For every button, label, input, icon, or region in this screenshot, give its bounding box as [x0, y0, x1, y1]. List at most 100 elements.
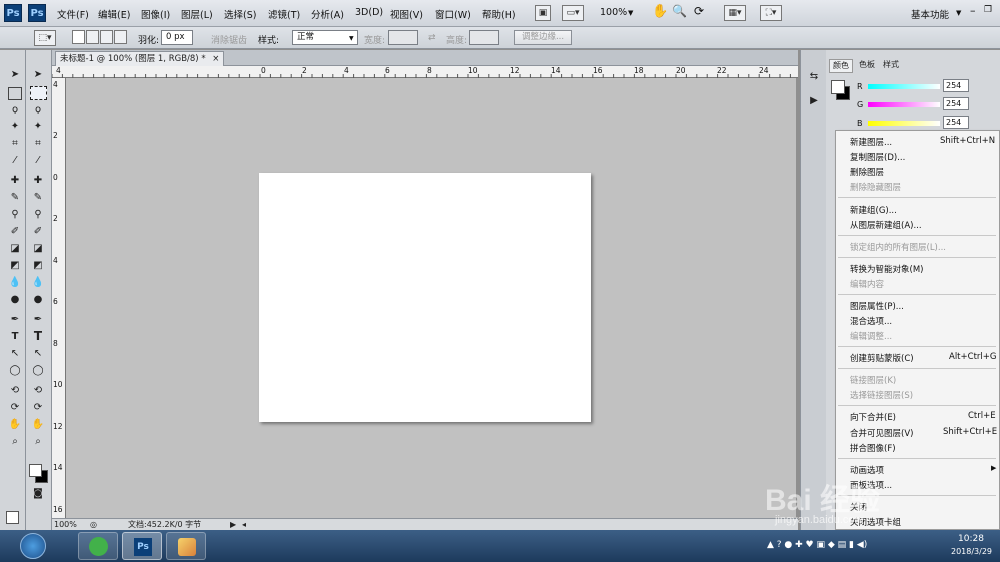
menu-file[interactable]: 文件(F) — [57, 7, 89, 21]
paint-bucket-icon[interactable]: ◩ — [8, 259, 22, 272]
bridge-icon[interactable]: ▣ — [535, 5, 551, 21]
menu-item-blending-options[interactable]: 混合选项... — [850, 315, 892, 327]
channel-b-value[interactable]: 254 — [943, 116, 969, 129]
menu-item-duplicate-layer[interactable]: 复制图层(D)... — [850, 151, 905, 163]
workspace-dropdown-icon[interactable]: ▼ — [956, 9, 961, 17]
zoom-dropdown-icon[interactable]: ▼ — [628, 9, 633, 17]
crop-tool-icon-2[interactable]: ⌗ — [31, 137, 45, 150]
channel-g-slider[interactable] — [868, 102, 940, 107]
type-tool-icon[interactable]: T — [8, 330, 22, 343]
menu-image[interactable]: 图像(I) — [141, 7, 170, 21]
3d-rotate-icon[interactable]: ⟲ — [8, 384, 22, 397]
history-brush-icon-2[interactable]: ✐ — [31, 225, 45, 238]
zoom-tool-icon[interactable]: ⌕ — [8, 435, 22, 448]
dodge-tool-icon-2[interactable]: ● — [31, 293, 45, 306]
type-tool-icon-2[interactable]: T — [31, 330, 45, 343]
menu-item-edit-adjustment[interactable]: 编辑调整... — [850, 330, 892, 342]
shape-tool-icon-2[interactable]: ◯ — [31, 364, 45, 377]
menu-3d[interactable]: 3D(D) — [355, 7, 383, 18]
status-zoom[interactable]: 100% — [54, 519, 77, 530]
marquee-tool-icon-2[interactable] — [30, 86, 47, 100]
arrange-documents-icon[interactable]: ▦▾ — [724, 5, 746, 21]
lasso-tool-icon[interactable]: ϙ — [8, 103, 22, 116]
menu-item-new-layer[interactable]: 新建图层... — [850, 136, 892, 148]
brush-tool-icon-2[interactable]: ✎ — [31, 191, 45, 204]
path-select-icon[interactable]: ↖ — [8, 347, 22, 360]
blur-tool-icon[interactable]: 💧 — [8, 276, 22, 289]
healing-brush-icon[interactable]: ✚ — [8, 174, 22, 187]
clock-date[interactable]: 2018/3/29 — [951, 547, 992, 556]
refine-edge-button[interactable]: 调整边缘... — [514, 30, 572, 45]
width-input[interactable] — [388, 30, 418, 45]
foreground-color-swatch[interactable] — [6, 511, 19, 524]
menu-item-group-from-layers[interactable]: 从图层新建组(A)... — [850, 219, 922, 231]
menu-item-clipping-mask[interactable]: 创建剪贴蒙版(C) — [850, 352, 914, 364]
3d-orbit-icon-2[interactable]: ⟳ — [31, 401, 45, 414]
taskbar-app-browser[interactable] — [78, 532, 118, 560]
brush-tool-icon[interactable]: ✎ — [8, 191, 22, 204]
hand-tool-icon-2[interactable]: ✋ — [31, 418, 45, 431]
menu-item-new-group[interactable]: 新建组(G)... — [850, 204, 897, 216]
foreground-color-swatch-2[interactable] — [29, 464, 42, 477]
tab-color[interactable]: 颜色 — [829, 59, 853, 73]
menu-layer[interactable]: 图层(L) — [181, 7, 213, 21]
lasso-tool-icon-2[interactable]: ϙ — [31, 103, 45, 116]
close-icon[interactable]: × — [212, 54, 219, 64]
workspace-switcher[interactable]: 基本功能 — [911, 7, 949, 21]
status-icon[interactable]: ◎ — [90, 519, 97, 530]
pen-tool-icon[interactable]: ✒ — [8, 313, 22, 326]
document-tab[interactable]: 未标题-1 @ 100% (图层 1, RGB/8) * × — [55, 51, 225, 66]
windows-start-icon[interactable] — [20, 533, 46, 559]
channel-r-slider[interactable] — [868, 84, 940, 89]
tray-icons[interactable]: ▲ ? ● ✚ ♥ ▣ ◆ ▤ ▮ ◀) — [767, 540, 867, 550]
zoom-tool-icon-2[interactable]: ⌕ — [31, 435, 45, 448]
menu-item-layer-properties[interactable]: 图层属性(P)... — [850, 300, 904, 312]
history-panel-icon[interactable]: ⇆ — [807, 70, 821, 83]
taskbar-app-paint[interactable] — [166, 532, 206, 560]
restore-icon[interactable]: ❐ — [984, 5, 992, 15]
zoom-icon[interactable]: 🔍 — [672, 4, 687, 18]
3d-rotate-icon-2[interactable]: ⟲ — [31, 384, 45, 397]
menu-item-merge-down[interactable]: 向下合并(E) — [850, 411, 896, 423]
dodge-tool-icon[interactable]: ● — [8, 293, 22, 306]
menu-item-lock-layers[interactable]: 锁定组内的所有图层(L)... — [850, 241, 946, 253]
history-brush-icon[interactable]: ✐ — [8, 225, 22, 238]
screen-mode-icon[interactable]: ⛶▾ — [760, 5, 782, 21]
actions-panel-icon[interactable]: ▶ — [807, 94, 821, 107]
menu-item-merge-visible[interactable]: 合并可见图层(V) — [850, 427, 913, 439]
add-selection-icon[interactable] — [86, 30, 99, 44]
clone-stamp-icon-2[interactable]: ⚲ — [31, 208, 45, 221]
rotate-view-icon[interactable]: ⟳ — [694, 4, 704, 18]
menu-item-link-layers[interactable]: 链接图层(K) — [850, 374, 896, 386]
height-input[interactable] — [469, 30, 499, 45]
menu-analysis[interactable]: 分析(A) — [311, 7, 344, 21]
menu-item-delete-hidden[interactable]: 删除隐藏图层 — [850, 181, 901, 193]
new-selection-icon[interactable] — [72, 30, 85, 44]
healing-brush-icon-2[interactable]: ✚ — [31, 174, 45, 187]
eyedropper-icon-2[interactable]: ⁄ — [31, 154, 45, 167]
menu-item-flatten-image[interactable]: 拼合图像(F) — [850, 442, 896, 454]
style-dropdown-icon[interactable]: ▼ — [349, 35, 354, 42]
hand-tool-icon[interactable]: ✋ — [8, 418, 22, 431]
channel-g-value[interactable]: 254 — [943, 97, 969, 110]
minimize-icon[interactable]: – — [970, 4, 976, 17]
paint-bucket-icon-2[interactable]: ◩ — [31, 259, 45, 272]
path-select-icon-2[interactable]: ↖ — [31, 347, 45, 360]
menu-item-delete-layer[interactable]: 删除图层 — [850, 166, 884, 178]
menu-select[interactable]: 选择(S) — [224, 7, 256, 21]
status-menu-arrow-icon[interactable]: ▶ — [230, 519, 236, 530]
move-tool-icon-2[interactable]: ➤ — [31, 68, 45, 81]
menu-view[interactable]: 视图(V) — [390, 7, 423, 21]
scroll-left-icon[interactable]: ◂ — [242, 519, 246, 530]
move-tool-icon[interactable]: ➤ — [8, 68, 22, 81]
feather-input[interactable]: 0 px — [161, 30, 193, 45]
document-canvas[interactable] — [259, 173, 591, 422]
eraser-icon[interactable]: ◪ — [8, 242, 22, 255]
menu-window[interactable]: 窗口(W) — [435, 7, 471, 21]
magic-wand-icon[interactable]: ✦ — [8, 120, 22, 133]
blur-tool-icon-2[interactable]: 💧 — [31, 276, 45, 289]
view-extras-icon[interactable]: ▭▾ — [562, 5, 584, 21]
marquee-preset-icon[interactable]: ⬚▾ — [34, 30, 56, 46]
clock-time[interactable]: 10:28 — [958, 534, 984, 544]
zoom-level[interactable]: 100% — [600, 7, 627, 18]
